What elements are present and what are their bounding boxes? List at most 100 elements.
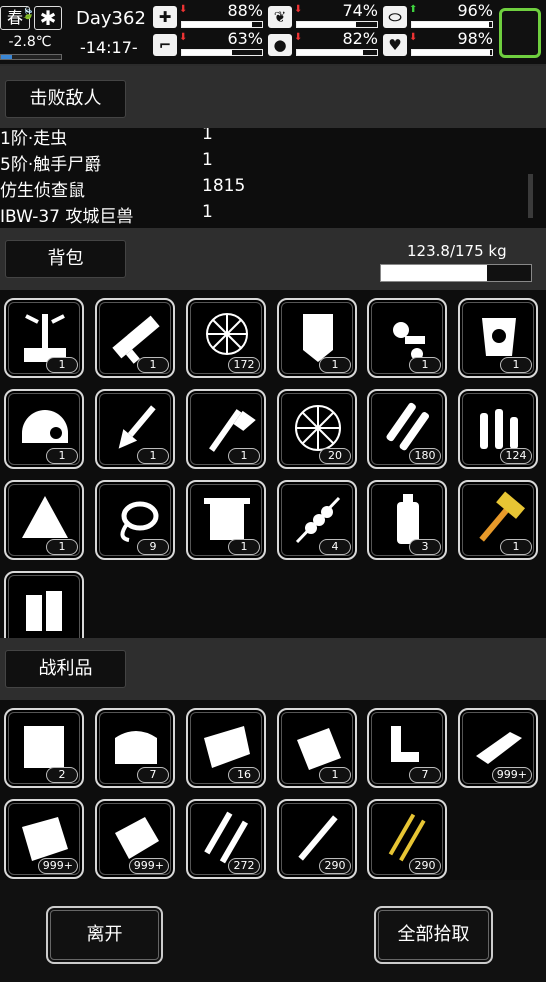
- item-count: 7: [137, 767, 169, 783]
- item-slot[interactable]: 999+: [95, 799, 175, 879]
- temperature-bar: [0, 54, 62, 60]
- enemy-name: 仿生侦查鼠: [0, 181, 85, 201]
- item-count: 3: [409, 539, 441, 555]
- enemy-name: IBW-37 攻城巨兽: [0, 207, 134, 227]
- list-item: 5阶·触手尸爵 1: [0, 150, 546, 176]
- list-item: 1阶·走虫 1: [0, 128, 546, 150]
- item-slot[interactable]: 172: [186, 298, 266, 378]
- item-slot[interactable]: 999+: [4, 799, 84, 879]
- stomach-icon: ❦: [268, 6, 292, 28]
- loot-section-label[interactable]: 战利品: [5, 650, 126, 688]
- stat-hunger: ❦ ⬇ 74%: [268, 1, 378, 30]
- item-count: 1: [46, 448, 78, 464]
- stat-bar: [411, 21, 493, 28]
- item-slot[interactable]: 4: [277, 480, 357, 560]
- kill-count: 1: [202, 202, 213, 222]
- item-slot[interactable]: 290: [367, 799, 447, 879]
- snowflake-icon: ✱: [34, 6, 62, 30]
- stat-health: ✚ ⬇ 88%: [153, 1, 263, 30]
- item-count: 172: [228, 357, 260, 373]
- stat-bar: [181, 21, 263, 28]
- item-count: 1: [319, 767, 351, 783]
- stat-value: 63%: [227, 29, 263, 48]
- status-hud: 春 🍃 ✱ -2.8℃ Day362 -14:17- ✚ ⬇ 88% ❦ ⬇ 74% ⬭ ⬆ 9…: [0, 0, 546, 66]
- backpack-section-label[interactable]: 背包: [5, 240, 126, 278]
- item-slot[interactable]: 1: [277, 298, 357, 378]
- item-slot[interactable]: 3: [367, 480, 447, 560]
- item-slot[interactable]: 290: [277, 799, 357, 879]
- stat-value: 82%: [342, 29, 378, 48]
- item-slot[interactable]: 1: [95, 298, 175, 378]
- item-slot[interactable]: 180: [367, 389, 447, 469]
- trend-up-icon: ⬆: [409, 4, 418, 15]
- medkit-icon: ✚: [153, 6, 177, 28]
- stat-value: 96%: [457, 1, 493, 20]
- item-count: 9: [137, 539, 169, 555]
- map-button[interactable]: [499, 8, 541, 58]
- trend-down-icon: ⬇: [179, 32, 188, 43]
- item-slot[interactable]: 1: [4, 480, 84, 560]
- item-slot[interactable]: 1: [458, 480, 538, 560]
- item-count: 1: [228, 448, 260, 464]
- stat-value: 88%: [227, 1, 263, 20]
- item-slot[interactable]: 1: [367, 298, 447, 378]
- item-slot[interactable]: 999+: [458, 708, 538, 788]
- item-count: 2: [46, 767, 78, 783]
- item-count: 1: [137, 448, 169, 464]
- item-slot[interactable]: 1: [4, 298, 84, 378]
- day-counter: Day362: [76, 8, 146, 29]
- item-slot[interactable]: 7: [95, 708, 175, 788]
- item-count: 999+: [128, 858, 169, 874]
- weight-label: 123.8/175 kg: [407, 242, 507, 260]
- stat-bar: [296, 49, 378, 56]
- item-slot[interactable]: 1: [95, 389, 175, 469]
- kill-count: 1: [202, 128, 213, 144]
- leaf-icon: 🍃: [21, 7, 35, 20]
- item-count: 999+: [491, 767, 532, 783]
- item-slot[interactable]: 124: [458, 389, 538, 469]
- item-count: 1: [500, 357, 532, 373]
- stat-bar: [181, 49, 263, 56]
- kills-list[interactable]: 1阶·走虫 1 5阶·触手尸爵 1 仿生侦查鼠 1815 IBW-37 攻城巨兽…: [0, 128, 546, 228]
- item-count: 20: [319, 448, 351, 464]
- boot-icon: ⌐: [153, 34, 177, 56]
- stat-thirst: ● ⬇ 82%: [268, 29, 378, 58]
- item-slot[interactable]: 1: [277, 708, 357, 788]
- item-count: 180: [409, 448, 441, 464]
- leave-button[interactable]: 离开: [46, 906, 163, 964]
- temperature-label: -2.8℃: [8, 34, 52, 50]
- item-slot[interactable]: 1: [458, 298, 538, 378]
- stat-mood: ♥ ⬇ 98%: [383, 29, 493, 58]
- list-item: IBW-37 攻城巨兽 1: [0, 202, 546, 228]
- item-slot[interactable]: 2: [4, 708, 84, 788]
- stat-bar: [296, 21, 378, 28]
- stat-value: 74%: [342, 1, 378, 20]
- heart-icon: ♥: [383, 34, 407, 56]
- enemy-name: 1阶·走虫: [0, 129, 68, 149]
- item-count: 1: [46, 539, 78, 555]
- item-slot[interactable]: 7: [367, 708, 447, 788]
- item-slot[interactable]: 1: [4, 389, 84, 469]
- item-slot[interactable]: 20: [277, 389, 357, 469]
- stat-sanity: ⬭ ⬆ 96%: [383, 1, 493, 30]
- scrollbar[interactable]: [528, 174, 533, 218]
- item-slot[interactable]: 9: [95, 480, 175, 560]
- item-slot[interactable]: 272: [186, 799, 266, 879]
- trend-down-icon: ⬇: [179, 4, 188, 15]
- pill-icon: ⬭: [383, 6, 407, 28]
- trend-down-icon: ⬇: [294, 32, 303, 43]
- kill-count: 1815: [202, 176, 246, 196]
- item-count: 16: [228, 767, 260, 783]
- item-count: 999+: [37, 858, 78, 874]
- item-slot[interactable]: 1: [186, 480, 266, 560]
- water-drop-icon: ●: [268, 34, 292, 56]
- backpack-grid: 1 1 172 1 1 1 1 1 1 20 180 124 1 9 1 4 3 1: [0, 290, 546, 651]
- item-slot[interactable]: 1: [186, 389, 266, 469]
- kills-section-label[interactable]: 击败敌人: [5, 80, 126, 118]
- stat-stamina: ⌐ ⬇ 63%: [153, 29, 263, 58]
- item-count: 7: [409, 767, 441, 783]
- trend-down-icon: ⬇: [409, 32, 418, 43]
- take-all-button[interactable]: 全部拾取: [374, 906, 493, 964]
- item-count: 1: [137, 357, 169, 373]
- item-slot[interactable]: 16: [186, 708, 266, 788]
